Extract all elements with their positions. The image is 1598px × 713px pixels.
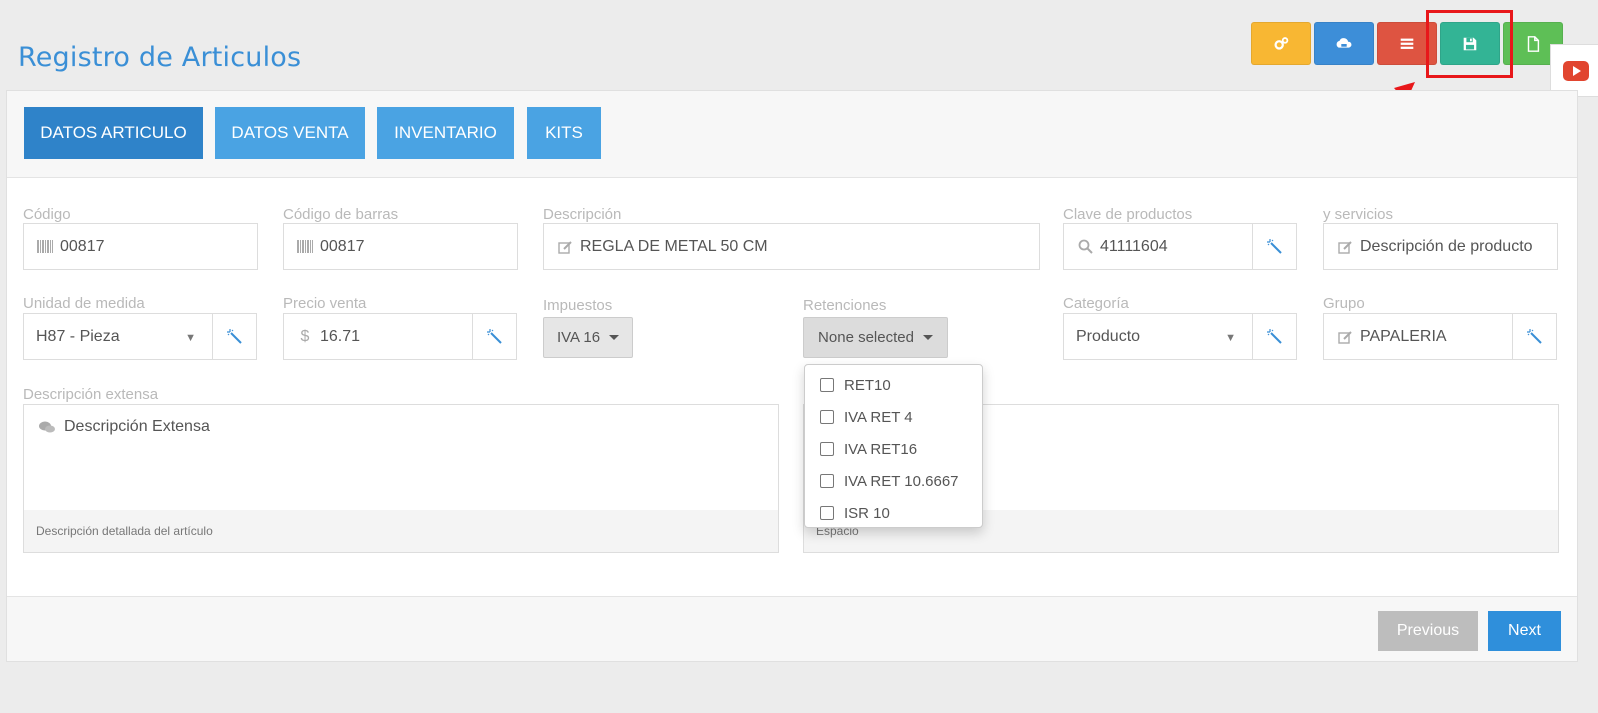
impuestos-value: IVA 16 — [556, 329, 601, 346]
form-panel: DATOS ARTICULO DATOS VENTA INVENTARIO KI… — [6, 90, 1578, 662]
page-title: Registro de Articulos — [18, 42, 302, 73]
codigo-barras-value: 00817 — [320, 237, 365, 255]
impuestos-select[interactable]: IVA 16 — [543, 317, 633, 358]
grupo-magic-button[interactable] — [1512, 313, 1557, 360]
precio-venta-value: 16.71 — [320, 327, 361, 345]
retencion-option[interactable]: IVA RET 10.6667 — [805, 465, 982, 497]
tab-datos-articulo[interactable]: DATOS ARTICULO — [24, 107, 203, 159]
retenciones-value: None selected — [818, 329, 914, 346]
magic-wand-icon — [226, 328, 242, 344]
retencion-option[interactable]: RET10 — [805, 369, 982, 401]
unidad-magic-button[interactable] — [212, 313, 257, 360]
tab-inventario[interactable]: INVENTARIO — [377, 107, 514, 159]
precio-venta-field[interactable]: $ 16.71 — [283, 313, 473, 360]
descripcion-extensa-label: Descripción extensa — [23, 386, 159, 403]
descripcion-label: Descripción — [543, 206, 622, 223]
unidad-medida-value: H87 - Pieza — [36, 327, 120, 345]
cloud-button[interactable] — [1314, 22, 1374, 65]
descripcion-extensa-textarea[interactable]: Descripción Extensa — [23, 404, 779, 511]
clave-magic-button[interactable] — [1252, 223, 1297, 270]
tab-bar: DATOS ARTICULO DATOS VENTA INVENTARIO KI… — [7, 91, 1577, 178]
next-button[interactable]: Next — [1488, 611, 1561, 651]
dropdown-arrow-icon: ▼ — [185, 332, 196, 344]
caret-icon — [922, 335, 933, 340]
descripcion-value: REGLA DE METAL 50 CM — [580, 237, 768, 255]
checkbox[interactable] — [820, 442, 834, 456]
edit-icon — [1324, 330, 1360, 344]
clave-productos-field[interactable]: 41111604 — [1063, 223, 1253, 270]
settings-button[interactable] — [1251, 22, 1311, 65]
unidad-medida-label: Unidad de medida — [23, 295, 145, 312]
descripcion-field[interactable]: REGLA DE METAL 50 CM — [543, 223, 1040, 270]
dropdown-arrow-icon: ▼ — [1225, 332, 1236, 344]
retenciones-select[interactable]: None selected — [803, 317, 948, 358]
retenciones-label: Retenciones — [803, 297, 887, 314]
magic-wand-icon — [1266, 328, 1282, 344]
servicios-placeholder: Descripción de producto — [1360, 237, 1533, 255]
descripcion-extensa-help: Descripción detallada del artículo — [23, 510, 779, 553]
grupo-field[interactable]: PAPALERIA — [1323, 313, 1513, 360]
grupo-label: Grupo — [1323, 295, 1365, 312]
tab-kits[interactable]: KITS — [527, 107, 601, 159]
categoria-label: Categoría — [1063, 295, 1129, 312]
retencion-option[interactable]: IVA RET16 — [805, 433, 982, 465]
magic-wand-icon — [486, 328, 502, 344]
precio-venta-label: Precio venta — [283, 295, 367, 312]
list-icon — [1400, 38, 1414, 49]
magic-wand-icon — [1526, 328, 1542, 344]
categoria-magic-button[interactable] — [1252, 313, 1297, 360]
retencion-option[interactable]: ISR 10 — [805, 497, 982, 529]
codigo-value: 00817 — [60, 237, 105, 255]
comment-icon — [39, 421, 55, 439]
search-icon — [1064, 239, 1100, 254]
barcode-icon — [24, 240, 60, 253]
caret-icon — [609, 335, 620, 340]
unidad-medida-select[interactable]: H87 - Pieza ▼ — [23, 313, 213, 360]
youtube-icon — [1562, 60, 1589, 81]
form-footer: Previous Next — [7, 596, 1577, 661]
retencion-option[interactable]: IVA RET 4 — [805, 401, 982, 433]
servicios-field[interactable]: Descripción de producto — [1323, 223, 1558, 270]
grupo-value: PAPALERIA — [1360, 327, 1447, 345]
clave-productos-label: Clave de productos — [1063, 206, 1193, 223]
barcode-icon — [284, 240, 320, 253]
categoria-select[interactable]: Producto ▼ — [1063, 313, 1253, 360]
magic-wand-icon — [1266, 238, 1282, 254]
clave-productos-value: 41111604 — [1100, 237, 1168, 255]
edit-icon — [544, 240, 580, 254]
highlight-box — [1426, 10, 1513, 78]
tab-datos-venta[interactable]: DATOS VENTA — [215, 107, 365, 159]
edit-icon — [1324, 240, 1360, 254]
descripcion-extensa-placeholder: Descripción Extensa — [64, 418, 210, 435]
codigo-barras-label: Código de barras — [283, 206, 399, 223]
gears-icon — [1274, 36, 1289, 50]
precio-magic-button[interactable] — [472, 313, 517, 360]
previous-button[interactable]: Previous — [1378, 611, 1478, 651]
checkbox[interactable] — [820, 378, 834, 392]
codigo-label: Código — [23, 206, 71, 223]
codigo-barras-field[interactable]: 00817 — [283, 223, 518, 270]
checkbox[interactable] — [820, 506, 834, 520]
dollar-icon: $ — [300, 327, 310, 345]
impuestos-label: Impuestos — [543, 297, 613, 314]
retenciones-dropdown: RET10 IVA RET 4 IVA RET16 IVA RET 10.666… — [804, 364, 983, 528]
cloud-car-icon — [1336, 37, 1352, 48]
checkbox[interactable] — [820, 410, 834, 424]
file-icon — [1527, 35, 1540, 52]
codigo-field[interactable]: 00817 — [23, 223, 258, 270]
checkbox[interactable] — [820, 474, 834, 488]
servicios-label: y servicios — [1323, 206, 1394, 223]
categoria-value: Producto — [1076, 327, 1141, 345]
